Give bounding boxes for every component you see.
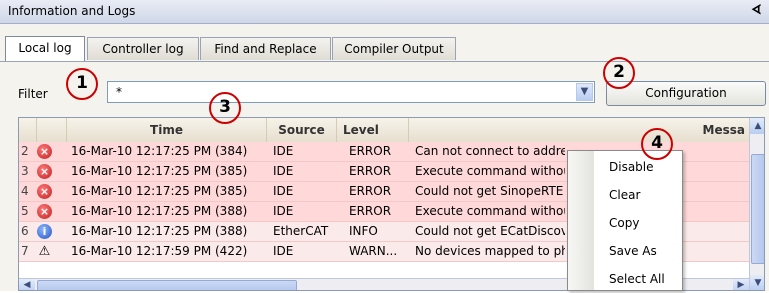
filter-dropdown-button[interactable]: ▼ bbox=[576, 83, 593, 101]
vertical-scroll-thumb[interactable] bbox=[751, 154, 764, 264]
row-source: EtherCAT bbox=[273, 224, 329, 238]
tab-find-and-replace[interactable]: Find and Replace bbox=[200, 37, 331, 60]
row-source: IDE bbox=[273, 164, 294, 178]
row-number: 7 bbox=[21, 244, 29, 258]
configuration-button[interactable]: Configuration bbox=[606, 81, 766, 106]
row-message: Execute command withou bbox=[415, 164, 565, 178]
tab-compiler-output[interactable]: Compiler Output bbox=[332, 37, 456, 60]
callout-2: 2 bbox=[603, 57, 635, 89]
callout-3: 3 bbox=[209, 92, 241, 124]
filter-label: Filter bbox=[18, 87, 48, 101]
tab-divider bbox=[0, 61, 769, 62]
context-menu: Disable Clear Copy Save As Select All bbox=[567, 150, 683, 291]
callout-1: 1 bbox=[66, 68, 98, 100]
menu-item-copy[interactable]: Copy bbox=[569, 209, 681, 237]
row-message: Could not get SinopeRTE bbox=[415, 184, 564, 198]
chevron-down-icon: ▼ bbox=[580, 86, 589, 97]
scroll-up-icon[interactable]: ▲ bbox=[750, 118, 764, 134]
row-time: 16-Mar-10 12:17:25 PM (388) bbox=[71, 204, 248, 218]
column-header-level[interactable]: Level bbox=[337, 118, 409, 142]
column-header-message[interactable]: Messa bbox=[409, 118, 749, 142]
info-icon: i bbox=[37, 224, 52, 239]
error-icon: × bbox=[37, 204, 52, 219]
row-level: ERROR bbox=[349, 204, 392, 218]
row-number: 3 bbox=[21, 164, 29, 178]
log-table-header: Time Source Level Messa bbox=[19, 118, 749, 143]
row-number: 6 bbox=[21, 224, 29, 238]
callout-4: 4 bbox=[641, 128, 673, 160]
row-level: ERROR bbox=[349, 144, 392, 158]
error-icon: × bbox=[37, 184, 52, 199]
scroll-left-icon[interactable]: ◀ bbox=[19, 279, 35, 290]
row-number: 4 bbox=[21, 184, 29, 198]
row-level: WARN... bbox=[349, 244, 398, 258]
menu-item-clear[interactable]: Clear bbox=[569, 181, 681, 209]
row-number-header bbox=[19, 118, 37, 142]
error-icon: × bbox=[37, 164, 52, 179]
warning-icon: ⚠ bbox=[38, 244, 51, 259]
row-message: Can not connect to addre bbox=[415, 144, 565, 158]
row-time: 16-Mar-10 12:17:25 PM (385) bbox=[71, 164, 248, 178]
menu-item-save-as[interactable]: Save As bbox=[569, 237, 681, 265]
row-source: IDE bbox=[273, 204, 294, 218]
dock-pin-icon[interactable]: ᗏ bbox=[752, 3, 761, 18]
row-time: 16-Mar-10 12:17:59 PM (422) bbox=[71, 244, 248, 258]
row-message: Could not get ECatDiscov bbox=[415, 224, 565, 238]
icon-column-header bbox=[37, 118, 67, 142]
row-message: Execute command withou bbox=[415, 204, 565, 218]
filter-combobox[interactable]: * bbox=[107, 81, 595, 103]
scroll-down-icon[interactable]: ▼ bbox=[750, 275, 764, 290]
vertical-scrollbar[interactable]: ▲ ▼ bbox=[749, 118, 764, 290]
row-message: No devices mapped to ph bbox=[415, 244, 565, 258]
row-source: IDE bbox=[273, 244, 294, 258]
horizontal-scroll-thumb[interactable] bbox=[37, 280, 297, 290]
row-level: ERROR bbox=[349, 184, 392, 198]
error-icon: × bbox=[37, 144, 52, 159]
row-level: ERROR bbox=[349, 164, 392, 178]
row-source: IDE bbox=[273, 144, 294, 158]
menu-item-select-all[interactable]: Select All bbox=[569, 265, 681, 293]
column-header-source[interactable]: Source bbox=[267, 118, 337, 142]
row-time: 16-Mar-10 12:17:25 PM (384) bbox=[71, 144, 248, 158]
column-header-time[interactable]: Time bbox=[67, 118, 267, 142]
tab-local-log[interactable]: Local log bbox=[5, 36, 85, 61]
row-number: 2 bbox=[21, 144, 29, 158]
row-level: INFO bbox=[349, 224, 378, 238]
tab-controller-log[interactable]: Controller log bbox=[87, 37, 199, 60]
row-number: 5 bbox=[21, 204, 29, 218]
row-source: IDE bbox=[273, 184, 294, 198]
row-time: 16-Mar-10 12:17:25 PM (385) bbox=[71, 184, 248, 198]
row-time: 16-Mar-10 12:17:25 PM (388) bbox=[71, 224, 248, 238]
panel-title: Information and Logs bbox=[8, 4, 136, 18]
scroll-right-icon[interactable]: ▶ bbox=[733, 279, 749, 290]
information-and-logs-panel: Information and Logs ᗏ Local log Control… bbox=[0, 0, 769, 291]
panel-titlebar: Information and Logs ᗏ bbox=[0, 0, 769, 24]
